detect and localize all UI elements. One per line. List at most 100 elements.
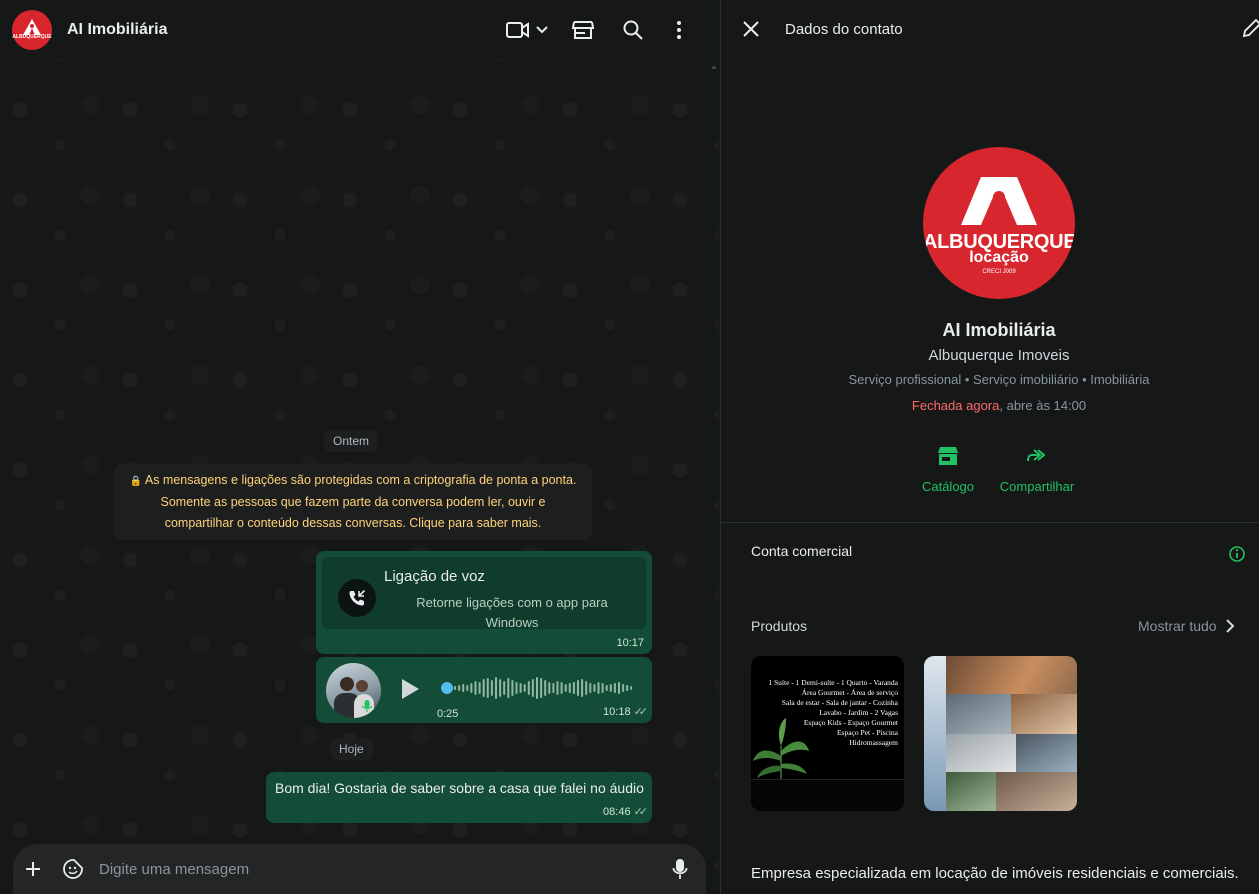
product-card[interactable]: 1 Suíte - 1 Demi-suíte - 1 Quarto - Vara… xyxy=(751,656,904,811)
business-account-label: Conta comercial xyxy=(751,543,853,559)
contact-info-header: Dados do contato xyxy=(721,0,1259,59)
message-input[interactable] xyxy=(99,860,660,878)
contact-categories: Serviço profissional • Serviço imobiliár… xyxy=(848,372,1150,387)
business-hours[interactable]: Fechada agora, abre às 14:00 xyxy=(721,398,1259,413)
waveform-bar xyxy=(519,683,522,693)
waveform-bar xyxy=(531,679,534,697)
waveform-bar xyxy=(597,682,600,694)
waveform-bar xyxy=(556,681,559,695)
contact-avatar[interactable]: ALBUQUERQUE xyxy=(12,9,52,50)
encryption-notice[interactable]: 🔒 As mensagens e ligações são protegidas… xyxy=(114,464,592,540)
date-divider-yesterday: Ontem xyxy=(324,430,379,452)
search-icon xyxy=(623,20,643,40)
waveform-bar xyxy=(527,681,530,695)
message-time-text: 10:17 xyxy=(616,637,644,649)
share-action-button[interactable]: Compartilhar xyxy=(997,445,1077,494)
encryption-notice-text: As mensagens e ligações são protegidas c… xyxy=(144,473,577,530)
message-text: Bom dia! Gostaria de saber sobre a casa … xyxy=(275,780,644,796)
waveform-bar xyxy=(540,678,543,698)
message-time: 08:46 ✓✓ xyxy=(603,805,648,819)
waveform-bar xyxy=(507,678,510,698)
search-button[interactable] xyxy=(609,10,657,50)
info-icon[interactable] xyxy=(1228,545,1246,563)
catalog-store-icon xyxy=(571,20,595,39)
waveform-bar xyxy=(536,677,538,699)
waveform-bar xyxy=(601,683,604,693)
phone-callback-icon xyxy=(338,579,376,617)
message-time: 10:18 ✓✓ xyxy=(603,705,648,719)
waveform-bar xyxy=(462,684,465,692)
voice-call-message[interactable]: Ligação de voz Retorne ligações com o ap… xyxy=(316,551,652,654)
chat-header[interactable]: ALBUQUERQUE AI Imobiliária xyxy=(0,0,719,59)
edit-pencil-icon[interactable] xyxy=(1242,18,1259,38)
product-card[interactable] xyxy=(924,656,1077,811)
audio-waveform[interactable] xyxy=(440,674,632,702)
logo-subtext: locação xyxy=(969,249,1029,266)
video-call-button[interactable] xyxy=(503,10,551,50)
contact-info-title: Dados do contato xyxy=(785,21,903,38)
waveform-bar xyxy=(589,683,592,693)
brand-logo-icon xyxy=(23,19,41,35)
status-opens: , abre às 14:00 xyxy=(999,398,1087,413)
product-footer-strip xyxy=(751,779,904,811)
chat-title[interactable]: AI Imobiliária xyxy=(67,21,167,39)
waveform-bar xyxy=(572,682,575,694)
lock-icon: 🔒 xyxy=(129,476,143,487)
waveform-bar xyxy=(552,683,555,693)
waveform-bar xyxy=(486,678,489,698)
audio-duration: 0:25 xyxy=(437,708,459,720)
products-label: Produtos xyxy=(751,618,808,634)
message-time: 10:17 xyxy=(616,637,644,649)
audio-message[interactable]: 0:25 10:18 ✓✓ xyxy=(316,657,652,723)
sticker-icon xyxy=(63,859,83,879)
waveform-bar xyxy=(581,679,584,697)
message-time-text: 08:46 xyxy=(603,805,631,818)
waveform-bar xyxy=(618,682,620,694)
avatar-brand-text: ALBUQUERQUE xyxy=(12,34,52,40)
waveform-bar xyxy=(568,683,571,693)
profile-picture[interactable]: ALBUQUERQUE locação CRECI J009 xyxy=(923,147,1075,299)
waveform-bar xyxy=(560,682,563,694)
mic-icon xyxy=(361,700,373,712)
contact-business-name: Albuquerque Imoveis xyxy=(928,347,1070,364)
waveform-bar xyxy=(515,682,518,694)
show-all-products-link[interactable]: Mostrar tudo xyxy=(1138,618,1235,634)
catalog-action-button[interactable]: Catálogo xyxy=(918,445,978,494)
waveform-bar xyxy=(482,679,485,697)
waveform-bar xyxy=(622,684,625,692)
waveform-bar xyxy=(466,685,469,691)
waveform-bar xyxy=(630,686,632,690)
waveform-bar xyxy=(548,682,551,694)
sticker-button[interactable] xyxy=(53,849,93,889)
waveform-bar xyxy=(495,677,497,699)
audio-playhead[interactable] xyxy=(441,682,453,694)
section-divider xyxy=(721,522,1259,523)
catalog-button[interactable] xyxy=(559,10,607,50)
waveform-bar xyxy=(544,680,547,696)
contact-name: AI Imobiliária xyxy=(942,320,1056,340)
text-message[interactable]: Bom dia! Gostaria de saber sobre a casa … xyxy=(266,772,652,823)
waveform-bar xyxy=(564,684,567,692)
logo-creci: CRECI J009 xyxy=(982,269,1016,275)
close-icon[interactable] xyxy=(741,19,761,39)
menu-button[interactable] xyxy=(659,10,699,50)
scroll-up-arrow-icon[interactable] xyxy=(711,62,717,72)
voice-call-card[interactable]: Ligação de voz Retorne ligações com o ap… xyxy=(322,557,646,630)
brand-logo-icon xyxy=(961,177,1037,225)
catalog-label: Catálogo xyxy=(921,479,975,494)
voice-record-button[interactable] xyxy=(660,849,700,889)
catalog-store-icon xyxy=(938,447,958,465)
chat-pane: ALBUQUERQUE AI Imobiliária Ontem 🔒 As me… xyxy=(0,0,719,894)
business-description: Empresa especializada em locação de imóv… xyxy=(751,865,1239,882)
chevron-right-icon xyxy=(1225,619,1235,633)
play-icon[interactable] xyxy=(399,677,421,701)
waveform-bar xyxy=(523,684,526,692)
waveform-bar xyxy=(511,680,514,696)
waveform-bar xyxy=(478,682,481,694)
message-composer xyxy=(13,844,706,894)
waveform-bar xyxy=(503,681,506,695)
chevron-down-icon xyxy=(536,25,548,33)
attach-button[interactable] xyxy=(13,849,53,889)
show-all-text: Mostrar tudo xyxy=(1138,618,1217,634)
share-forward-icon xyxy=(1027,449,1046,462)
